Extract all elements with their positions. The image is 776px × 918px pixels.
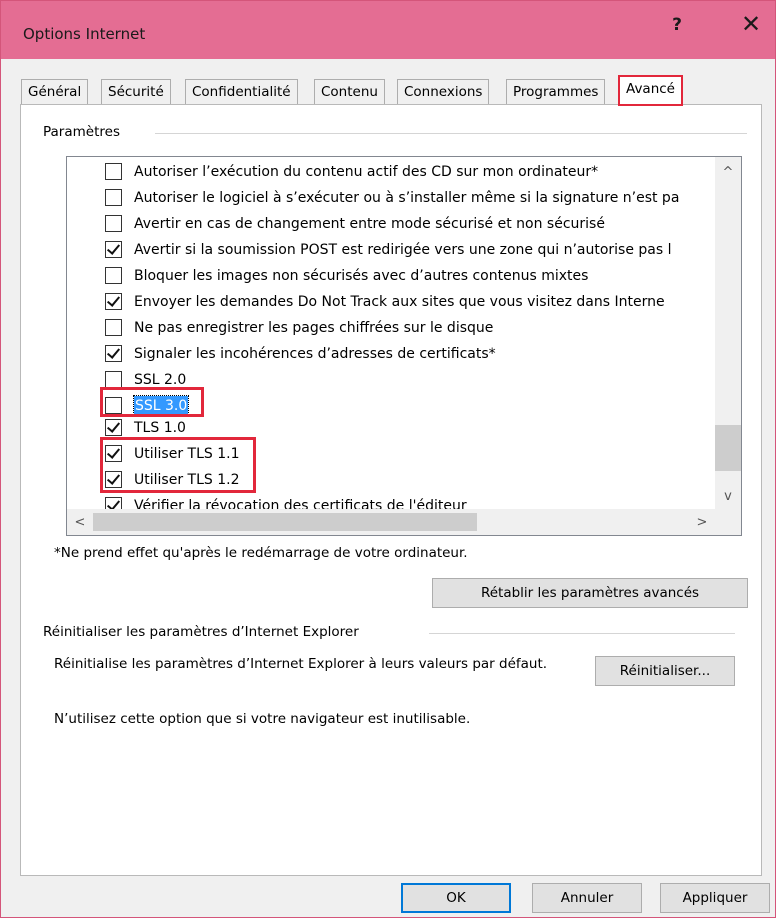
horizontal-scroll-thumb[interactable]: [93, 513, 477, 531]
reset-group-divider: [429, 633, 735, 634]
cancel-button[interactable]: Annuler: [532, 883, 642, 913]
ok-button[interactable]: OK: [401, 883, 511, 913]
reset-warning: N’utilisez cette option que si votre nav…: [54, 711, 471, 727]
tab-general[interactable]: Général: [21, 79, 89, 105]
help-icon[interactable]: ?: [662, 15, 692, 41]
checkbox[interactable]: [105, 371, 122, 388]
setting-label: Autoriser le logiciel à s’exécuter ou à …: [134, 190, 680, 206]
reset-button[interactable]: Réinitialiser...: [595, 656, 735, 686]
checkbox[interactable]: [105, 189, 122, 206]
setting-label: Envoyer les demandes Do Not Track aux si…: [134, 294, 665, 310]
apply-button[interactable]: Appliquer: [660, 883, 770, 913]
settings-list[interactable]: Autoriser l’exécution du contenu actif d…: [66, 156, 742, 536]
vertical-scroll-thumb[interactable]: [715, 425, 741, 471]
setting-label: Signaler les incohérences d’adresses de …: [134, 346, 496, 362]
checkbox[interactable]: [105, 293, 122, 310]
setting-label: SSL 2.0: [134, 372, 187, 388]
checkbox[interactable]: [105, 445, 122, 462]
setting-label: Autoriser l’exécution du contenu actif d…: [134, 164, 599, 180]
reset-group-label: Réinitialiser les paramètres d’Internet …: [43, 624, 365, 640]
tab-connexions[interactable]: Connexions: [397, 79, 490, 105]
window-title: Options Internet: [23, 25, 146, 43]
scroll-right-icon[interactable]: >: [689, 515, 715, 530]
tab-contenu[interactable]: Contenu: [314, 79, 385, 105]
scroll-down-icon[interactable]: v: [715, 489, 741, 504]
setting-label: TLS 1.0: [134, 420, 186, 436]
tab-avance[interactable]: Avancé: [618, 75, 683, 106]
checkbox[interactable]: [105, 319, 122, 336]
checkbox[interactable]: [105, 163, 122, 180]
checkbox[interactable]: [105, 397, 122, 414]
checkbox[interactable]: [105, 471, 122, 488]
restart-note: *Ne prend effet qu'après le redémarrage …: [54, 545, 468, 561]
close-icon[interactable]: ✕: [736, 9, 766, 39]
restore-advanced-button[interactable]: Rétablir les paramètres avancés: [432, 578, 748, 608]
setting-label: Ne pas enregistrer les pages chiffrées s…: [134, 320, 494, 336]
scroll-left-icon[interactable]: <: [67, 515, 93, 530]
scroll-up-icon[interactable]: ^: [715, 165, 741, 180]
checkbox[interactable]: [105, 345, 122, 362]
settings-group-label: Paramètres: [43, 124, 126, 140]
title-bar: Options Internet ? ✕: [1, 1, 775, 59]
checkbox[interactable]: [105, 215, 122, 232]
setting-label: Utiliser TLS 1.1: [134, 446, 240, 462]
setting-label: Avertir si la soumission POST est rediri…: [134, 242, 672, 258]
options-internet-dialog: Options Internet ? ✕ Général Sécurité Co…: [0, 0, 776, 918]
checkbox[interactable]: [105, 241, 122, 258]
setting-label: Avertir en cas de changement entre mode …: [134, 216, 605, 232]
checkbox[interactable]: [105, 419, 122, 436]
scroll-corner: [715, 509, 741, 535]
setting-label: Bloquer les images non sécurisés avec d’…: [134, 268, 589, 284]
setting-label: SSL 3.0: [132, 395, 190, 417]
tab-programmes[interactable]: Programmes: [506, 79, 606, 105]
reset-description: Réinitialise les paramètres d’Internet E…: [54, 656, 548, 672]
tab-confidentialite[interactable]: Confidentialité: [185, 79, 298, 105]
settings-group-divider: [155, 133, 747, 134]
setting-label: Utiliser TLS 1.2: [134, 472, 240, 488]
checkbox[interactable]: [105, 267, 122, 284]
tab-securite[interactable]: Sécurité: [101, 79, 171, 105]
